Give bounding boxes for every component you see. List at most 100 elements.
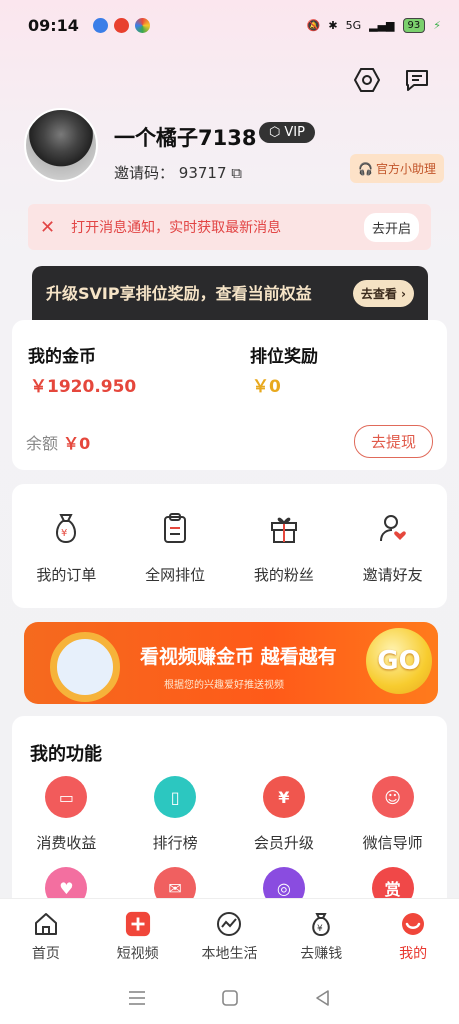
function-leaderboard[interactable]: ▯ 排行榜 xyxy=(121,776,230,853)
menu-label: 全网排位 xyxy=(145,566,206,584)
mute-icon: 🔕 xyxy=(306,18,321,32)
tab-label: 短视频 xyxy=(116,946,159,962)
copy-icon[interactable]: ⧉ xyxy=(231,164,242,182)
tab-label: 我的 xyxy=(399,946,428,962)
svg-text:¥: ¥ xyxy=(317,924,323,934)
top-actions xyxy=(353,66,431,94)
plus-video-icon xyxy=(125,911,151,937)
vip-label: VIP xyxy=(284,125,305,140)
profile-section: 一个橘子7138 ⬡ VIP 邀请码： 93717 ⧉ 🎧 官方小助理 xyxy=(24,108,444,188)
menu-item-invite[interactable]: 邀请好友 xyxy=(338,484,447,608)
rank-reward-value: ￥0 xyxy=(252,377,281,397)
rank-reward-label: 排位奖励 xyxy=(250,347,318,367)
app-notification-icon xyxy=(113,17,129,33)
invite-code-row: 邀请码： 93717 ⧉ xyxy=(114,162,242,183)
balance-value: ￥0 xyxy=(63,434,91,453)
promo-go-button[interactable]: GO xyxy=(366,628,432,694)
function-consumption-income[interactable]: ▭ 消费收益 xyxy=(12,776,121,853)
official-helper-button[interactable]: 🎧 官方小助理 xyxy=(350,154,444,183)
battery-indicator: 93 xyxy=(402,17,426,33)
headset-icon: 🎧 xyxy=(358,161,373,176)
clipboard-icon xyxy=(164,513,187,543)
home-icon xyxy=(33,911,59,937)
function-member-upgrade[interactable]: ¥ 会员升级 xyxy=(230,776,339,853)
watch-video-promo[interactable]: 看视频赚金币 越看越有 根据您的兴趣爱好推送视频 GO xyxy=(24,622,438,704)
functions-title: 我的功能 xyxy=(30,744,102,765)
smile-icon: ☺ xyxy=(371,776,414,818)
coin-label: 我的金币 xyxy=(28,347,96,367)
bluetooth-icon: ✱ xyxy=(328,18,338,32)
username: 一个橘子7138 xyxy=(114,126,257,150)
coin-value: ￥1920.950 xyxy=(30,377,137,397)
svip-view-button[interactable]: 去查看 › xyxy=(352,280,414,307)
me-icon xyxy=(400,911,426,937)
status-app-icons xyxy=(92,17,150,33)
function-label: 微信导师 xyxy=(362,834,423,852)
magnifier-illustration xyxy=(50,632,120,702)
trend-icon xyxy=(216,911,242,937)
svip-view-label: 去查看 xyxy=(360,287,397,301)
messages-button[interactable] xyxy=(403,66,431,94)
user-heart-icon xyxy=(379,515,406,542)
enable-notification-button[interactable]: 去开启 xyxy=(363,212,419,242)
tab-label: 本地生活 xyxy=(201,946,258,962)
balance-row: 余额 ￥0 xyxy=(26,430,90,454)
card-icon: ▭ xyxy=(45,776,88,818)
close-icon[interactable]: ✕ xyxy=(40,217,55,238)
status-bar: 09:14 🔕 ✱ 5G ▂▄▆ 93 ⚡ xyxy=(0,0,459,50)
function-label: 排行榜 xyxy=(152,834,198,852)
promo-title: 看视频赚金币 越看越有 xyxy=(140,646,337,668)
function-wechat-mentor[interactable]: ☺ 微信导师 xyxy=(338,776,447,853)
system-nav-bar xyxy=(0,972,459,1024)
tab-label: 首页 xyxy=(31,946,60,962)
menu-item-ranking[interactable]: 全网排位 xyxy=(121,484,230,608)
avatar[interactable] xyxy=(24,108,98,182)
status-right: 🔕 ✱ 5G ▂▄▆ 93 ⚡ xyxy=(306,17,441,33)
bottom-tab-bar: 首页 短视频 本地生活 ¥ 去赚钱 我的 xyxy=(0,898,459,972)
menu-item-fans[interactable]: 我的粉丝 xyxy=(230,484,339,608)
menu-item-orders[interactable]: ¥ 我的订单 xyxy=(12,484,121,608)
vip-badge[interactable]: ⬡ VIP xyxy=(259,122,315,143)
balance-label: 余额 xyxy=(26,434,59,453)
charging-icon: ⚡ xyxy=(433,18,441,32)
hexagon-settings-icon xyxy=(354,68,380,92)
money-icon: ¥ xyxy=(308,911,334,937)
svip-text: 升级SVIP享排位奖励，查看当前权益 xyxy=(46,284,312,303)
invite-code: 93717 xyxy=(178,164,227,182)
promo-subtitle: 根据您的兴趣爱好推送视频 xyxy=(164,680,284,691)
phone-icon: ▯ xyxy=(154,776,197,818)
money-bag-icon: ¥ xyxy=(56,514,77,544)
my-functions-card: 我的功能 ▭ 消费收益 ▯ 排行榜 ¥ 会员升级 ☺ 微信导师 ♥ ✉ ◎ 赏 xyxy=(12,716,447,916)
menu-label: 邀请好友 xyxy=(362,566,423,584)
function-label: 会员升级 xyxy=(253,834,314,852)
functions-grid: ▭ 消费收益 ▯ 排行榜 ¥ 会员升级 ☺ 微信导师 ♥ ✉ ◎ 赏 xyxy=(12,776,447,916)
menu-label: 我的粉丝 xyxy=(253,566,314,584)
tab-local-life[interactable]: 本地生活 xyxy=(184,899,276,972)
svg-text:¥: ¥ xyxy=(61,528,67,539)
tab-short-video[interactable]: 短视频 xyxy=(92,899,184,972)
settings-button[interactable] xyxy=(353,66,381,94)
tab-earn-money[interactable]: ¥ 去赚钱 xyxy=(275,899,367,972)
quick-menu: ¥ 我的订单 全网排位 我的粉丝 邀请好友 xyxy=(12,484,447,608)
status-time: 09:14 xyxy=(28,15,79,35)
notice-text: 打开消息通知，实时获取最新消息 xyxy=(71,220,282,236)
app-notification-icon xyxy=(134,17,150,33)
svip-banner[interactable]: 升级SVIP享排位奖励，查看当前权益 去查看 › xyxy=(32,266,428,322)
network-label: 5G xyxy=(345,18,362,32)
menu-label: 我的订单 xyxy=(36,566,97,584)
signal-icon: ▂▄▆ xyxy=(369,18,395,32)
gift-icon xyxy=(270,517,297,543)
invite-label: 邀请码： xyxy=(114,164,175,182)
withdraw-button[interactable]: 去提现 xyxy=(353,425,433,458)
upgrade-icon: ¥ xyxy=(262,776,305,818)
coins-card: 我的金币 ￥1920.950 排位奖励 ￥0 余额 ￥0 去提现 xyxy=(12,320,447,470)
tab-me[interactable]: 我的 xyxy=(367,899,459,972)
message-icon xyxy=(406,70,428,91)
tab-home[interactable]: 首页 xyxy=(0,899,92,972)
function-label: 消费收益 xyxy=(36,834,97,852)
back-triangle-icon[interactable] xyxy=(314,989,332,1007)
menu-lines-icon[interactable] xyxy=(127,989,147,1007)
tab-label: 去赚钱 xyxy=(300,946,343,962)
home-square-icon[interactable] xyxy=(221,989,239,1007)
vip-gem-icon: ⬡ xyxy=(269,125,281,140)
